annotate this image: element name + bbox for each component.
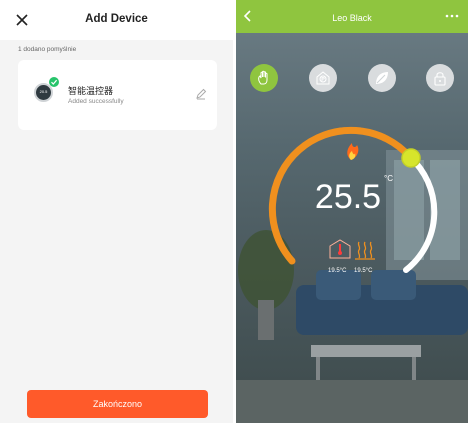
add-device-screen: Add Device 1 dodano pomyślnie 20.5 智能温控器… bbox=[0, 0, 233, 423]
device-status: Added successfully bbox=[68, 98, 124, 105]
set-temperature: 25.5 bbox=[314, 178, 382, 216]
device-card[interactable]: 20.5 智能温控器 Added successfully bbox=[18, 60, 217, 130]
added-count: 1 dodano pomyślnie bbox=[18, 46, 77, 53]
check-icon bbox=[49, 77, 59, 87]
thermostat-display: 20.5 bbox=[39, 89, 48, 94]
temperature-unit: °C bbox=[384, 174, 393, 183]
floor-heating-icon bbox=[355, 241, 375, 260]
page-title: Add Device bbox=[85, 13, 148, 25]
thermostat-screen: Leo Black 25.5 °C 19.5°C 19.5°C bbox=[236, 0, 468, 423]
indoor-temperature-icon bbox=[329, 239, 351, 259]
dial-track bbox=[403, 154, 438, 273]
finish-button[interactable]: Zakończono bbox=[27, 390, 208, 418]
dial-handle bbox=[401, 148, 421, 168]
indoor-temperature-reading: 19.5°C bbox=[328, 268, 347, 274]
floor-temperature-reading: 19.5°C bbox=[354, 268, 373, 274]
header: Add Device bbox=[0, 0, 233, 40]
edit-icon[interactable] bbox=[195, 88, 207, 100]
device-name: 智能温控器 bbox=[68, 86, 114, 96]
flame-icon bbox=[347, 143, 359, 160]
